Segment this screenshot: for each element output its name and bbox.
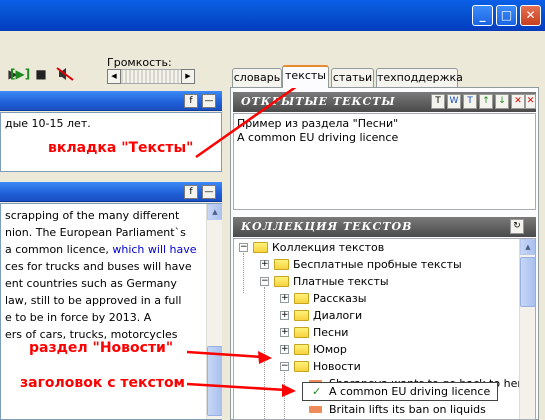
refresh-icon[interactable]: ↻: [510, 219, 524, 234]
tree-node-label: Юмор: [313, 343, 347, 356]
collection-tree: − Коллекция текстов + Бесплатные пробные…: [233, 238, 536, 420]
close-all-icon[interactable]: ✕: [525, 94, 536, 109]
tab-texts[interactable]: тексты: [282, 65, 329, 88]
text-line: scrapping of the many different: [5, 209, 180, 222]
annotation-tab-label: вкладка "Тексты": [48, 140, 194, 156]
tree-node-label: Песни: [313, 326, 349, 339]
folder-icon: [294, 293, 309, 304]
text-icon[interactable]: T: [431, 94, 445, 109]
tab-dictionary[interactable]: словарь: [232, 68, 282, 87]
folder-open-icon: [274, 276, 289, 287]
expand-icon[interactable]: +: [260, 260, 269, 269]
splitter[interactable]: [222, 55, 228, 420]
left-scrollbar[interactable]: ▲: [206, 204, 223, 419]
wave-icon[interactable]: W: [447, 94, 461, 109]
close-text-icon[interactable]: ✕: [511, 94, 525, 109]
text-line: nion. The European Parliament`s: [5, 226, 186, 239]
slider-right-arrow-icon[interactable]: ▶: [181, 69, 195, 84]
folder-icon: [294, 327, 309, 338]
tree-node-label: A common EU driving licence: [329, 385, 491, 398]
bottom-pane-f-button[interactable]: f: [184, 185, 198, 199]
slider-track[interactable]: [121, 69, 181, 84]
text-line: e to be in force by 2013. A: [5, 311, 152, 324]
annotation-heading-label: заголовок с текстом: [20, 375, 185, 391]
top-pane-minimize-button[interactable]: —: [202, 94, 216, 108]
folder-icon: [294, 344, 309, 355]
tree-node-label: Коллекция текстов: [272, 241, 385, 254]
folder-open-icon: [294, 361, 309, 372]
text-line: ces for trucks and buses will have: [5, 260, 192, 273]
close-button[interactable]: ✕: [520, 5, 541, 26]
move-down-icon[interactable]: ↓: [495, 94, 509, 109]
tree-node-label: Диалоги: [313, 309, 363, 322]
top-pane-f-button[interactable]: f: [184, 94, 198, 108]
collapse-icon[interactable]: −: [239, 243, 248, 252]
open-texts-list: Пример из раздела "Песни" A common EU dr…: [233, 113, 536, 210]
title-bar: [0, 0, 545, 31]
translate-icon[interactable]: T: [463, 94, 477, 109]
scroll-thumb[interactable]: [207, 346, 223, 416]
folder-icon: [294, 310, 309, 321]
collapse-icon[interactable]: −: [280, 362, 289, 371]
volume-label: Громкость:: [107, 56, 172, 69]
annotation-news-label: раздел "Новости": [29, 340, 174, 356]
expand-icon[interactable]: +: [280, 328, 289, 337]
expand-icon[interactable]: +: [280, 345, 289, 354]
collapse-icon[interactable]: −: [260, 277, 269, 286]
expand-icon[interactable]: +: [280, 294, 289, 303]
move-up-icon[interactable]: ↑: [479, 94, 493, 109]
text-line: a common licence, which will have: [5, 243, 197, 256]
tab-support[interactable]: техподдержка: [376, 68, 463, 87]
tree-node-label: Новости: [313, 360, 361, 373]
scroll-up-arrow-icon[interactable]: ▲: [520, 239, 535, 255]
stop-icon[interactable]: ■: [32, 66, 50, 82]
folder-icon: [274, 259, 289, 270]
slider-left-arrow-icon[interactable]: ◀: [107, 69, 121, 84]
tree-node-label: Бесплатные пробные тексты: [293, 258, 462, 271]
tree-node-label: Платные тексты: [293, 275, 389, 288]
scroll-thumb[interactable]: [520, 257, 535, 307]
collection-header: КОЛЛЕКЦИЯ ТЕКСТОВ: [233, 217, 536, 237]
maximize-button[interactable]: □: [496, 5, 517, 26]
open-text-item[interactable]: A common EU driving licence: [237, 129, 398, 146]
bottom-pane-minimize-button[interactable]: —: [202, 185, 216, 199]
top-pane-text: дые 10-15 лет.: [5, 117, 91, 130]
expand-icon[interactable]: +: [280, 311, 289, 320]
minimize-button[interactable]: _: [472, 5, 493, 26]
tab-articles[interactable]: статьи: [331, 68, 374, 87]
check-icon: ✓: [312, 385, 322, 398]
tree-node-label: Рассказы: [313, 292, 367, 305]
text-line: law, still to be approved in a full: [5, 294, 182, 307]
text-line: ent countries such as Germany: [5, 277, 177, 290]
highlighted-phrase[interactable]: which will have: [112, 243, 196, 256]
step-play-icon[interactable]: [▶]: [10, 66, 30, 82]
volume-slider[interactable]: ◀ ▶: [107, 69, 195, 86]
folder-open-icon: [253, 242, 268, 253]
text-arrow-icon: [309, 406, 322, 413]
tree-node-label: Britain lifts its ban on liquids: [329, 403, 486, 416]
tree-node-selected-text[interactable]: ✓ A common EU driving licence: [302, 382, 498, 401]
mute-icon[interactable]: [56, 66, 74, 82]
scroll-up-arrow-icon[interactable]: ▲: [207, 204, 223, 220]
tree-scrollbar[interactable]: ▲: [519, 239, 535, 419]
